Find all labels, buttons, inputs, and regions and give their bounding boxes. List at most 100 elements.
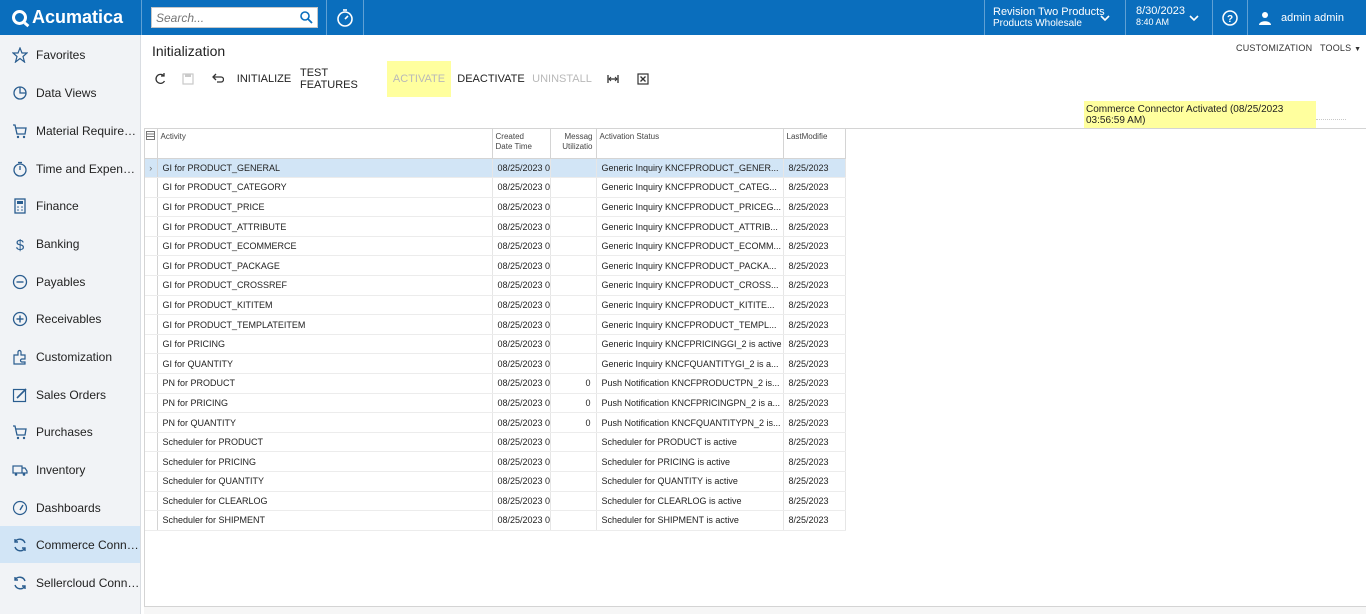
refresh-icon[interactable]	[153, 72, 167, 86]
cell-activation-status[interactable]: Push Notification KNCFPRODUCTPN_2 is...	[596, 373, 784, 394]
cell-message-utilization[interactable]	[550, 295, 597, 316]
cell-created[interactable]: 08/25/2023 03	[492, 334, 551, 355]
cell-created[interactable]: 08/25/2023 03	[492, 255, 551, 277]
row-selector[interactable]	[145, 236, 158, 257]
row-selector[interactable]	[145, 451, 158, 472]
uninstall-button[interactable]: UNINSTALL	[532, 61, 592, 97]
history-icon[interactable]	[335, 8, 355, 28]
sidebar-item-dashboards[interactable]: Dashboards	[0, 489, 140, 526]
row-selector[interactable]	[145, 412, 158, 433]
undo-icon[interactable]	[210, 72, 224, 86]
cell-message-utilization[interactable]	[550, 255, 597, 277]
cell-message-utilization[interactable]: 0	[550, 393, 597, 414]
cell-last-modified[interactable]: 8/25/2023	[783, 197, 846, 218]
cell-activity[interactable]: Scheduler for PRODUCT	[157, 432, 493, 453]
row-selector[interactable]	[145, 295, 158, 316]
cell-activity[interactable]: Scheduler for SHIPMENT	[157, 510, 493, 531]
cell-last-modified[interactable]: 8/25/2023	[783, 334, 846, 355]
cell-activation-status[interactable]: Scheduler for PRODUCT is active	[596, 432, 784, 453]
cell-last-modified[interactable]: 8/25/2023	[783, 451, 846, 472]
cell-message-utilization[interactable]	[550, 158, 597, 179]
cell-activation-status[interactable]: Generic Inquiry KNCFPRODUCT_CATEG...	[596, 177, 784, 198]
table-row[interactable]: GI for PRODUCT_ATTRIBUTE 08/25/2023 03 Gen…	[145, 216, 846, 237]
cell-created[interactable]: 08/25/2023 03	[492, 275, 551, 296]
cell-activity[interactable]: Scheduler for PRICING	[157, 451, 493, 472]
cell-activation-status[interactable]: Generic Inquiry KNCFPRICINGGI_2 is activ…	[596, 334, 784, 355]
cell-activity[interactable]: GI for PRODUCT_GENERAL	[157, 158, 493, 179]
row-selector[interactable]	[145, 334, 158, 355]
row-selector[interactable]	[145, 491, 158, 512]
cell-created[interactable]: 08/25/2023 03	[492, 373, 551, 394]
column-header-activity[interactable]: Activity	[157, 129, 493, 159]
sidebar-item-data-views[interactable]: Data Views	[0, 74, 140, 111]
row-selector[interactable]	[145, 216, 158, 237]
cell-last-modified[interactable]: 8/25/2023	[783, 275, 846, 296]
column-header-last-modified[interactable]: LastModifie	[783, 129, 846, 159]
row-selector[interactable]	[145, 373, 158, 394]
cell-message-utilization[interactable]	[550, 177, 597, 198]
cell-activity[interactable]: GI for PRODUCT_ECOMMERCE	[157, 236, 493, 257]
search-icon[interactable]	[299, 10, 313, 24]
sidebar-item-receivables[interactable]: Receivables	[0, 300, 140, 337]
branch-selector[interactable]: Revision Two Products Products Wholesale	[985, 0, 1125, 35]
table-row[interactable]: GI for PRICING 08/25/2023 03 Generic Inqui…	[145, 334, 846, 355]
table-row[interactable]: Scheduler for QUANTITY 08/25/2023 03 Sched…	[145, 471, 846, 492]
cell-created[interactable]: 08/25/2023 03	[492, 236, 551, 257]
row-selector[interactable]	[145, 510, 158, 531]
cell-created[interactable]: 08/25/2023 03	[492, 471, 551, 492]
cell-activation-status[interactable]: Generic Inquiry KNCFPRODUCT_PACKA...	[596, 255, 784, 277]
table-row[interactable]: PN for PRODUCT 08/25/2023 03 0 Push Notific…	[145, 373, 846, 394]
sidebar-item-inventory[interactable]: Inventory	[0, 451, 140, 488]
cell-activation-status[interactable]: Generic Inquiry KNCFQUANTITYGI_2 is a...	[596, 353, 784, 375]
cell-activity[interactable]: GI for PRODUCT_KITITEM	[157, 295, 493, 316]
cell-activity[interactable]: GI for PRODUCT_CATEGORY	[157, 177, 493, 198]
sidebar-item-purchases[interactable]: Purchases	[0, 413, 140, 450]
cell-message-utilization[interactable]	[550, 197, 597, 218]
column-header-activation-status[interactable]: Activation Status	[596, 129, 784, 159]
cell-created[interactable]: 08/25/2023 03	[492, 491, 551, 512]
cell-activity[interactable]: PN for QUANTITY	[157, 412, 493, 433]
sidebar-item-finance[interactable]: Finance	[0, 187, 140, 224]
sidebar-item-sales-orders[interactable]: Sales Orders	[0, 376, 140, 413]
business-date[interactable]: 8/30/2023 8:40 AM	[1126, 0, 1212, 35]
cell-message-utilization[interactable]	[550, 510, 597, 531]
tools-menu[interactable]: TOOLS ▼	[1320, 43, 1361, 53]
cell-last-modified[interactable]: 8/25/2023	[783, 158, 846, 179]
cell-activation-status[interactable]: Generic Inquiry KNCFPRODUCT_PRICEG...	[596, 197, 784, 218]
cell-activation-status[interactable]: Generic Inquiry KNCFPRODUCT_CROSS...	[596, 275, 784, 296]
table-row[interactable]: GI for PRODUCT_KITITEM 08/25/2023 03 Gener…	[145, 295, 846, 316]
column-header-message-utilization[interactable]: Messag Utilizatio	[550, 129, 597, 159]
cell-last-modified[interactable]: 8/25/2023	[783, 471, 846, 492]
table-row[interactable]: GI for PRODUCT_TEMPLATEITEM 08/25/2023 03…	[145, 314, 846, 335]
cell-activity[interactable]: Scheduler for CLEARLOG	[157, 491, 493, 512]
search-input[interactable]	[152, 8, 292, 27]
cell-last-modified[interactable]: 8/25/2023	[783, 510, 846, 531]
cell-activation-status[interactable]: Scheduler for PRICING is active	[596, 451, 784, 472]
cell-last-modified[interactable]: 8/25/2023	[783, 412, 846, 433]
cell-created[interactable]: 08/25/2023 03	[492, 197, 551, 218]
search-box[interactable]	[151, 7, 318, 28]
row-selector[interactable]	[145, 314, 158, 335]
cell-activation-status[interactable]: Generic Inquiry KNCFPRODUCT_ECOMM...	[596, 236, 784, 257]
cell-created[interactable]: 08/25/2023 03	[492, 158, 551, 179]
table-row[interactable]: GI for PRODUCT_CROSSREF 08/25/2023 03 Gene…	[145, 275, 846, 296]
cell-created[interactable]: 08/25/2023 03	[492, 295, 551, 316]
deactivate-button[interactable]: DEACTIVATE	[457, 61, 524, 97]
cell-activation-status[interactable]: Generic Inquiry KNCFPRODUCT_GENER...	[596, 158, 784, 179]
row-selector[interactable]	[145, 197, 158, 218]
cell-created[interactable]: 08/25/2023 03	[492, 353, 551, 375]
table-row[interactable]: › GI for PRODUCT_GENERAL 08/25/2023 03 Gene…	[145, 158, 846, 179]
cell-last-modified[interactable]: 8/25/2023	[783, 393, 846, 414]
cell-activity[interactable]: GI for PRODUCT_TEMPLATEITEM	[157, 314, 493, 335]
cell-last-modified[interactable]: 8/25/2023	[783, 255, 846, 277]
column-header-created[interactable]: Created Date Time	[492, 129, 551, 159]
help-icon[interactable]: ?	[1221, 9, 1239, 27]
cell-created[interactable]: 08/25/2023 03	[492, 432, 551, 453]
cell-activity[interactable]: GI for PRODUCT_ATTRIBUTE	[157, 216, 493, 237]
cell-activity[interactable]: Scheduler for QUANTITY	[157, 471, 493, 492]
cell-last-modified[interactable]: 8/25/2023	[783, 491, 846, 512]
user-menu[interactable]: admin admin	[1248, 0, 1366, 35]
cell-message-utilization[interactable]: 0	[550, 373, 597, 394]
column-chooser[interactable]	[145, 129, 158, 159]
cell-created[interactable]: 08/25/2023 03	[492, 451, 551, 472]
